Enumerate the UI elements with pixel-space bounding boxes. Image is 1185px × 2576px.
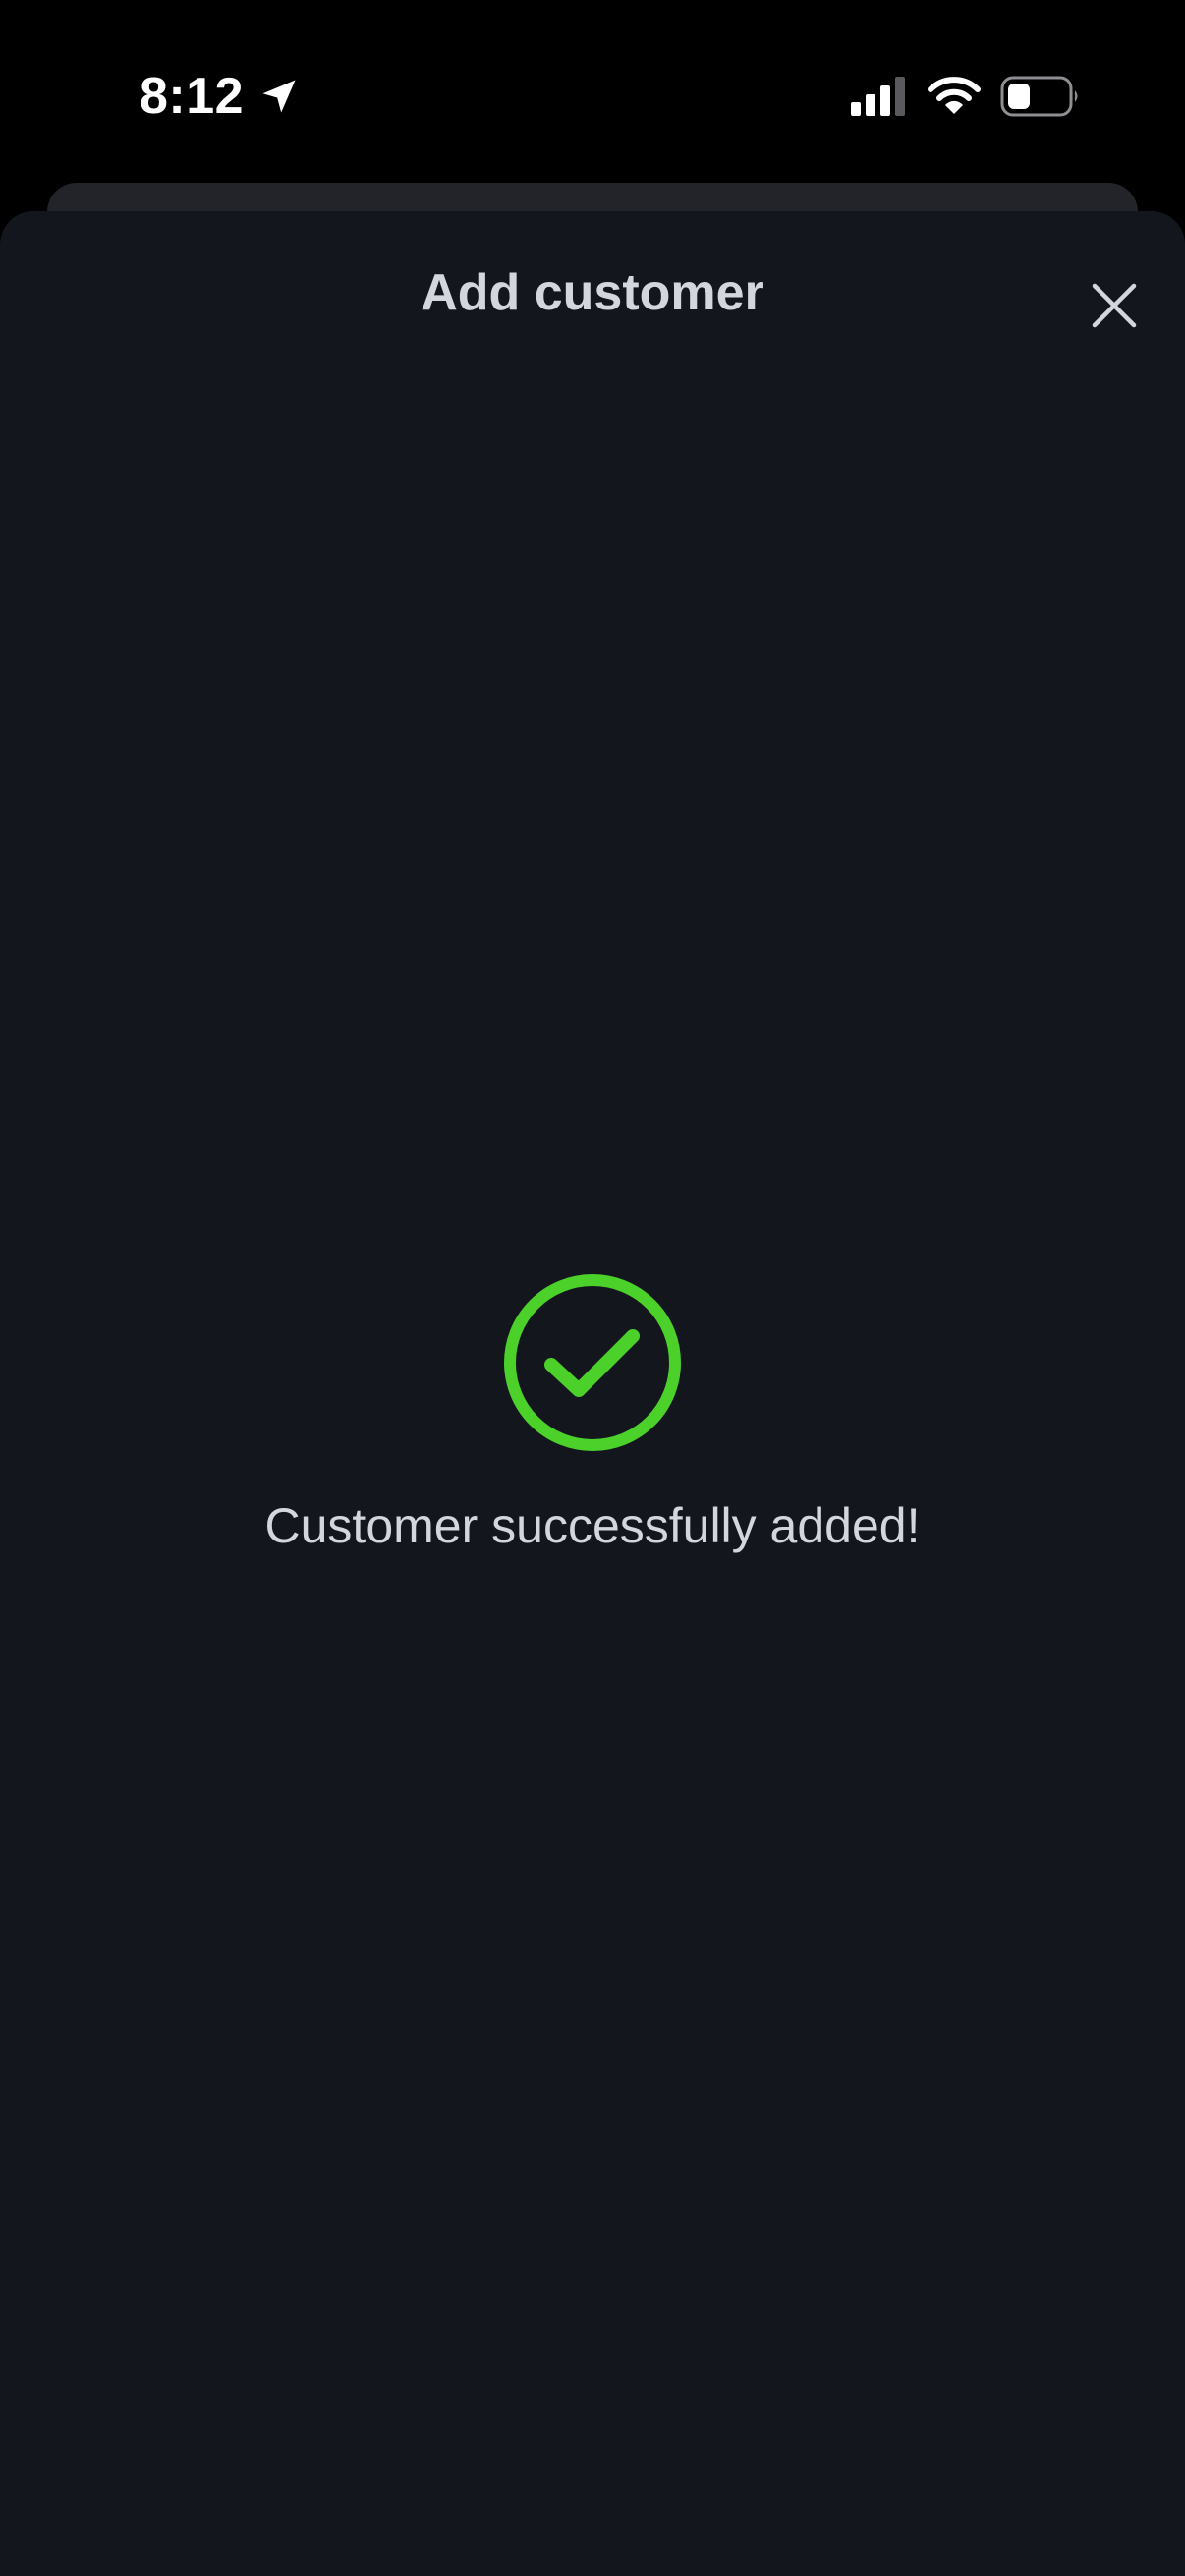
- check-circle-icon: [504, 1274, 681, 1451]
- status-bar: 8:12: [0, 0, 1185, 187]
- add-customer-sheet: Add customer Customer successfully added…: [0, 211, 1185, 2576]
- close-button[interactable]: [1081, 272, 1148, 339]
- cellular-signal-icon: [851, 77, 905, 116]
- status-time-group: 8:12: [140, 61, 301, 132]
- location-arrow-icon: [262, 80, 296, 113]
- screen: 8:12 Add customer Customer successfully …: [0, 0, 1185, 2576]
- success-message: Customer successfully added!: [264, 1498, 921, 1553]
- sheet-header: Add customer: [0, 211, 1185, 378]
- close-icon: [1092, 283, 1137, 328]
- battery-icon: [1000, 76, 1078, 117]
- wifi-icon: [928, 77, 981, 114]
- sheet-title: Add customer: [421, 264, 764, 321]
- status-time: 8:12: [140, 68, 245, 125]
- status-icons: [851, 69, 1081, 124]
- success-state: Customer successfully added!: [0, 1272, 1185, 1555]
